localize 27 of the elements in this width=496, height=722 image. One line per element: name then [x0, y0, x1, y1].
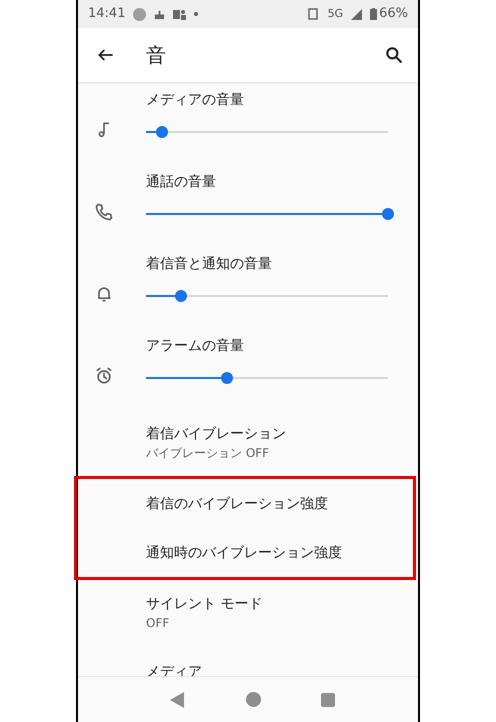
- slider-thumb[interactable]: [175, 290, 188, 302]
- slider-thumb[interactable]: [382, 208, 394, 220]
- setting-title: 通知時のバイブレーション強度: [146, 544, 342, 562]
- setting-summary: OFF: [146, 615, 170, 632]
- volume-label: 着信音と通知の音量: [146, 255, 273, 274]
- setting-summary: バイブレーション OFF: [146, 445, 270, 462]
- alarm-clock-icon: [94, 366, 114, 386]
- page-title: 音: [146, 42, 167, 69]
- volume-label: メディアの音量: [146, 91, 245, 110]
- network-type: 5G: [328, 6, 344, 22]
- setting-title: 着信バイブレーション: [146, 425, 286, 444]
- search-icon: [384, 45, 404, 65]
- recents-button[interactable]: [320, 692, 334, 706]
- setting-title: 着信のバイブレーション強度: [146, 494, 328, 514]
- vibrate-icon: [308, 8, 320, 20]
- battery-level: 66%: [379, 5, 408, 24]
- signal-icon: [351, 8, 362, 20]
- volume-label: アラームの音量: [146, 337, 245, 356]
- back-nav-button[interactable]: [168, 690, 186, 708]
- slider-thumb[interactable]: [221, 372, 234, 384]
- setting-title: サイレント モード: [146, 595, 262, 614]
- volume-label: 通話の音量: [146, 173, 217, 192]
- slider-thumb[interactable]: [156, 126, 168, 138]
- status-time: 14:41: [88, 5, 126, 24]
- phone-icon: [94, 202, 114, 222]
- battery-icon: [370, 8, 378, 20]
- home-button[interactable]: [246, 692, 260, 707]
